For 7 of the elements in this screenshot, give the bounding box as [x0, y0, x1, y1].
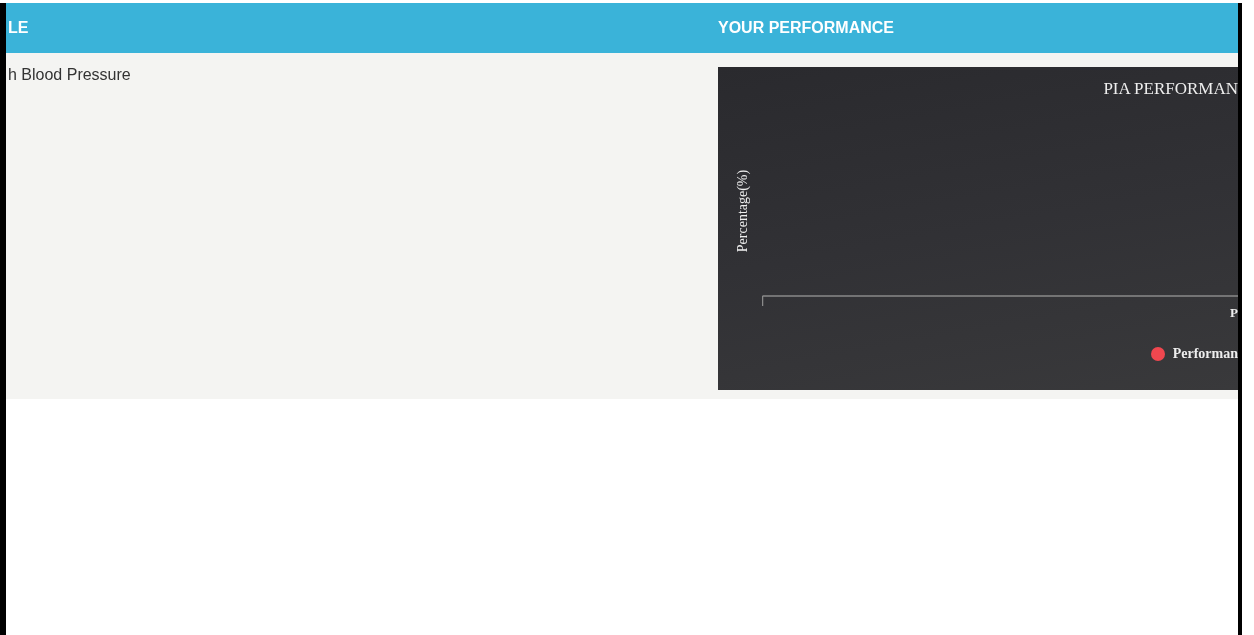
column-header: YOUR PERFORMANCE — [717, 19, 895, 37]
table-cell-text: h Blood Pressure — [7, 65, 132, 84]
legend-label: Performan — [1172, 346, 1238, 362]
y-axis-label: Percentage(%) — [735, 168, 751, 255]
column-header: LE — [7, 19, 30, 37]
chart-title: PIA PERFORMAN — [1103, 79, 1238, 99]
x-axis-category: P — [1230, 305, 1238, 321]
